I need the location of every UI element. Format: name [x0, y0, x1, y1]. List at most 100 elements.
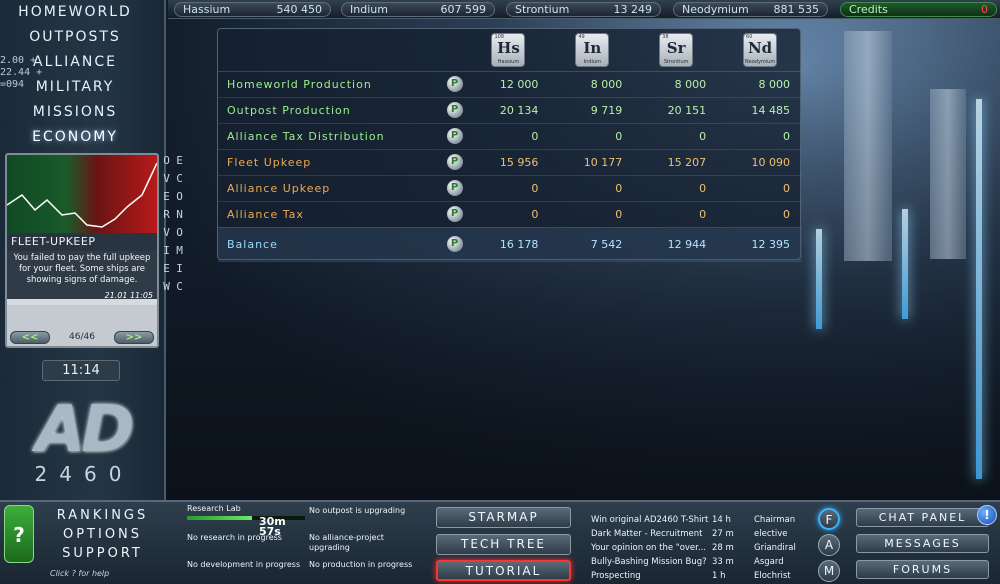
- list-item[interactable]: Win original AD2460 T-Shirt 14 h Chairma…: [588, 513, 813, 527]
- table-row: Alliance Tax P 0 0 0 0: [218, 201, 802, 228]
- value-cell: 20 151: [634, 97, 719, 124]
- event-pager: << 46/46 >>: [7, 305, 157, 346]
- row-label: Outpost Production: [218, 97, 443, 124]
- value-cell: 0: [634, 175, 719, 202]
- event-image: [7, 155, 157, 233]
- value-cell: 0: [718, 201, 802, 228]
- nav-missions[interactable]: MISSIONS: [0, 104, 150, 120]
- table-header: 108 Hs Hassium 49 In Indium 38 Sr Stront…: [218, 29, 802, 72]
- nav-alliance[interactable]: ALLIANCE: [0, 54, 150, 70]
- table-row: Balance P 16 178 7 542 12 944 12 395: [218, 227, 802, 262]
- value-cell: 0: [550, 201, 635, 228]
- element-indium-icon: 49 In Indium: [575, 32, 610, 67]
- messages-tab-button[interactable]: M: [818, 560, 840, 582]
- value-cell: 0: [550, 175, 635, 202]
- production-status: No production in progress: [309, 560, 413, 569]
- value-cell: 0: [466, 201, 551, 228]
- nav-outposts[interactable]: OUTPOSTS: [0, 29, 150, 45]
- table-row: Homeworld Production P 12 000 8 000 8 000 8 0…: [218, 71, 802, 98]
- forum-tab-button[interactable]: F: [818, 508, 840, 530]
- element-hassium-icon: 108 Hs Hassium: [491, 32, 526, 67]
- resource-credits[interactable]: Credits 0: [840, 2, 997, 17]
- info-icon[interactable]: P: [446, 206, 463, 222]
- forums-button[interactable]: FORUMS: [856, 560, 989, 579]
- value-cell: 10 090: [718, 149, 802, 176]
- alliance-tab-button[interactable]: A: [818, 534, 840, 556]
- table-row: Alliance Upkeep P 0 0 0 0: [218, 175, 802, 202]
- alliance-project-status: No alliance-project upgrading: [309, 533, 384, 552]
- event-page-count: 46/46: [69, 332, 95, 342]
- event-chart-graphic: [7, 162, 157, 228]
- value-cell: 0: [466, 123, 551, 150]
- list-item[interactable]: Prospecting 1 h Elochrist: [588, 569, 813, 583]
- table-row: Outpost Production P 20 134 9 719 20 151 14 4…: [218, 97, 802, 124]
- info-icon[interactable]: P: [446, 180, 463, 196]
- event-date: 21.01 11:05: [104, 291, 154, 300]
- value-cell: 12 395: [718, 227, 802, 262]
- event-next-button[interactable]: >>: [114, 331, 154, 344]
- alert-icon[interactable]: !: [977, 505, 997, 525]
- element-strontium-icon: 38 Sr Strontium: [659, 32, 694, 67]
- options-button[interactable]: OPTIONS: [40, 527, 165, 542]
- tech-tree-button[interactable]: TECH TREE: [436, 534, 571, 555]
- info-icon[interactable]: P: [446, 154, 463, 170]
- value-cell: 0: [550, 123, 635, 150]
- info-icon[interactable]: P: [446, 102, 463, 118]
- game-clock: 11:14: [42, 360, 120, 381]
- list-item[interactable]: Dark Matter - Recruitment 27 m elective: [588, 527, 813, 541]
- development-status: No development in progress: [187, 560, 301, 569]
- list-item[interactable]: Your opinion on the "over... 28 m Griand…: [588, 541, 813, 555]
- value-cell: 15 207: [634, 149, 719, 176]
- nav-economy[interactable]: ECONOMY: [0, 129, 150, 145]
- value-cell: 0: [718, 123, 802, 150]
- tower-left: [844, 31, 892, 261]
- value-cell: 8 000: [550, 71, 635, 98]
- support-button[interactable]: SUPPORT: [40, 546, 165, 561]
- nav-homeworld[interactable]: HOMEWORLD: [0, 4, 150, 20]
- event-prev-button[interactable]: <<: [10, 331, 50, 344]
- value-cell: 7 542: [550, 227, 635, 262]
- resource-indium[interactable]: Indium 607 599: [341, 2, 495, 17]
- light-beam: [976, 99, 982, 479]
- resource-hassium[interactable]: Hassium 540 450: [174, 2, 331, 17]
- value-cell: 15 956: [466, 149, 551, 176]
- chat-panel-button[interactable]: CHAT PANEL: [856, 508, 989, 527]
- nav-military[interactable]: MILITARY: [0, 79, 150, 95]
- resource-neodymium[interactable]: Neodymium 881 535: [673, 2, 828, 17]
- starmap-button[interactable]: STARMAP: [436, 507, 571, 528]
- tower-right: [930, 89, 966, 259]
- forum-news-list: Win original AD2460 T-Shirt 14 h Chairma…: [588, 511, 813, 583]
- value-cell: 12 000: [466, 71, 551, 98]
- table-row: Fleet Upkeep P 15 956 10 177 15 207 10 090: [218, 149, 802, 176]
- info-icon[interactable]: P: [446, 76, 463, 92]
- list-item[interactable]: Bully-Bashing Mission Bug? 33 m Asgard: [588, 555, 813, 569]
- status-panel: Research Lab 30m 57s No outpost is upgra…: [187, 503, 423, 581]
- light-beam: [816, 229, 822, 329]
- research-status: No research in progress: [187, 533, 282, 542]
- messages-button[interactable]: MESSAGES: [856, 534, 989, 553]
- info-icon[interactable]: P: [446, 236, 463, 252]
- element-neodymium-icon: 60 Nd Neodymium: [743, 32, 778, 67]
- resource-strontium[interactable]: Strontium 13 249: [506, 2, 661, 17]
- value-cell: 14 485: [718, 97, 802, 124]
- event-panel: FLEET-UPKEEP You failed to pay the full …: [5, 153, 159, 348]
- research-lab-status[interactable]: Research Lab 30m 57s: [187, 504, 305, 537]
- tutorial-button[interactable]: TUTORIAL: [436, 560, 571, 581]
- logo: AD: [35, 393, 135, 467]
- value-cell: 9 719: [550, 97, 635, 124]
- light-beam: [902, 209, 908, 319]
- resource-bar: Hassium 540 450 Indium 607 599 Strontium…: [168, 0, 1000, 19]
- table-row: Alliance Tax Distribution P 0 0 0 0: [218, 123, 802, 150]
- row-label: Alliance Tax: [218, 201, 443, 228]
- help-button[interactable]: ?: [4, 505, 34, 563]
- rankings-button[interactable]: RANKINGS: [40, 508, 165, 523]
- info-icon[interactable]: P: [446, 128, 463, 144]
- value-cell: 16 178: [466, 227, 551, 262]
- game-window: Hassium 540 450 Indium 607 599 Strontium…: [0, 0, 1000, 584]
- economic-overview-title: ECONOMIC OVERVIEW: [160, 154, 186, 298]
- row-label: Balance: [218, 227, 443, 262]
- event-title: FLEET-UPKEEP: [7, 233, 157, 251]
- economy-table: 108 Hs Hassium 49 In Indium 38 Sr Stront…: [217, 28, 802, 262]
- outpost-status: No outpost is upgrading: [309, 506, 406, 515]
- value-cell: 0: [634, 201, 719, 228]
